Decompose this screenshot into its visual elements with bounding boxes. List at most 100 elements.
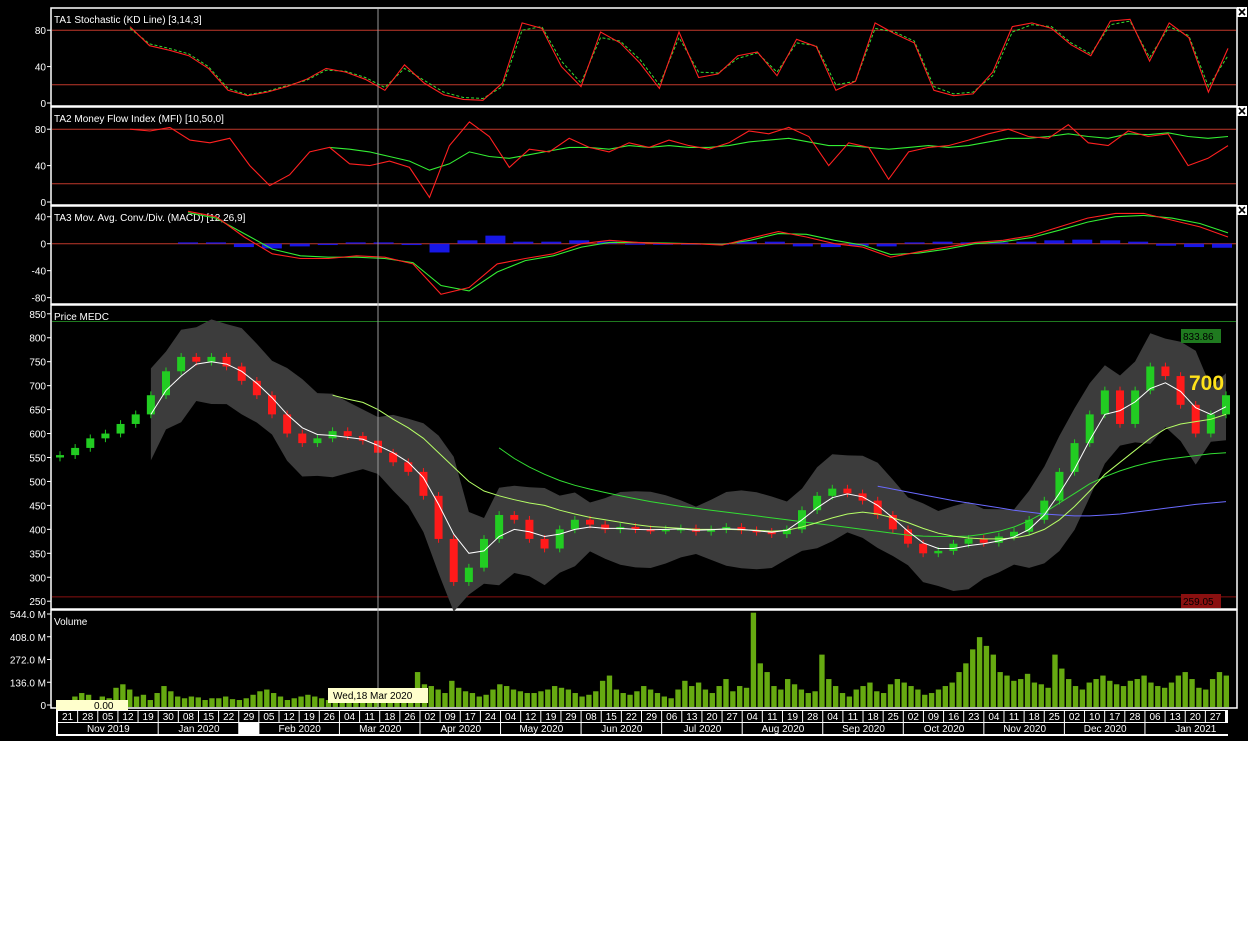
volume-bar — [812, 691, 818, 707]
volume-bar — [935, 689, 942, 707]
volume-bar — [901, 682, 907, 707]
day-tick-label: 20 — [706, 712, 718, 723]
volume-cursor-box — [56, 700, 128, 710]
macd-histogram-bar — [541, 241, 562, 244]
volume-bar — [963, 663, 969, 707]
macd-histogram-bar — [429, 243, 450, 253]
close-icon[interactable] — [1237, 7, 1247, 17]
volume-bar — [860, 686, 866, 707]
volume-bar — [1113, 684, 1120, 707]
y-tick-label: 0 — [40, 701, 46, 712]
macd-histogram-bar — [764, 241, 785, 244]
panel-border — [50, 106, 1238, 206]
volume-bar — [195, 697, 201, 707]
day-tick-label: 04 — [747, 712, 759, 723]
volume-bar — [538, 691, 544, 707]
macd-histogram-bar — [1128, 241, 1149, 244]
volume-bar — [1134, 679, 1140, 707]
day-tick-label: 25 — [1049, 712, 1061, 723]
day-tick-label: 12 — [122, 712, 134, 723]
day-tick-label: 04 — [988, 712, 1000, 723]
day-tick-label: 22 — [223, 712, 235, 723]
y-tick-label: 700 — [29, 382, 46, 393]
volume-bar — [284, 700, 291, 707]
candle-body — [949, 543, 958, 551]
candle-body — [1222, 395, 1230, 415]
volume-bar — [558, 687, 565, 707]
volume-bar — [1011, 680, 1017, 707]
volume-bar — [805, 693, 811, 707]
volume-bar — [572, 693, 578, 707]
volume-bar — [497, 684, 503, 707]
volume-bar — [709, 693, 715, 707]
candle-body — [1206, 414, 1215, 434]
day-tick-label: 16 — [948, 712, 960, 723]
volume-bar — [750, 612, 757, 707]
y-tick-label: 0 — [40, 240, 46, 251]
volume-bar — [1093, 679, 1099, 707]
volume-bar — [791, 684, 798, 707]
close-icon[interactable] — [1237, 205, 1247, 215]
volume-bar — [579, 696, 585, 707]
day-tick-label: 11 — [1009, 712, 1020, 723]
volume-bar — [175, 696, 181, 707]
day-tick-label: 05 — [102, 712, 114, 723]
y-tick-label: 40 — [35, 162, 47, 173]
volume-bar — [839, 693, 846, 707]
macd-histogram-bar — [1072, 239, 1093, 244]
day-tick-label: 04 — [505, 712, 517, 723]
volume-bar — [1004, 675, 1010, 707]
day-tick-label: 04 — [827, 712, 839, 723]
volume-bar — [647, 689, 654, 707]
volume-bar — [641, 686, 647, 707]
y-tick-label: 40 — [35, 213, 47, 224]
stochastic-title: TA1 Stochastic (KD Line) [3,14,3] — [54, 15, 202, 26]
y-tick-label: 400 — [29, 525, 46, 536]
volume-bar — [970, 649, 976, 707]
volume-bar — [874, 691, 880, 707]
volume-bar — [442, 693, 448, 707]
day-tick-label: 30 — [163, 712, 175, 723]
macd-histogram-bar — [485, 235, 506, 244]
volume-bar — [277, 696, 284, 707]
day-tick-label: 24 — [485, 712, 497, 723]
volume-bar — [503, 686, 510, 707]
mfi-line — [129, 121, 1229, 199]
macd-histogram-bar — [317, 243, 338, 246]
day-tick-label: 11 — [848, 712, 859, 723]
candle-body — [586, 519, 594, 525]
candle-body — [979, 538, 988, 543]
volume-bar — [764, 672, 770, 707]
day-tick-label: 18 — [1029, 712, 1041, 723]
volume-bar — [551, 686, 558, 707]
day-tick-label: 19 — [545, 712, 557, 723]
candle-body — [555, 529, 564, 549]
volume-bar — [202, 700, 208, 707]
day-tick-label: 06 — [666, 712, 678, 723]
volume-bar — [216, 698, 222, 707]
day-tick-label: 28 — [1129, 712, 1141, 723]
volume-bar — [476, 696, 482, 707]
volume-bar — [469, 693, 476, 707]
close-icon[interactable] — [1237, 106, 1247, 116]
volume-bar — [1155, 686, 1161, 707]
candle-body — [843, 488, 852, 494]
y-tick-label: -80 — [32, 294, 47, 305]
volume-bar — [1038, 684, 1044, 707]
volume-bar — [778, 689, 784, 707]
volume-bar — [942, 686, 948, 707]
candle-body — [1116, 390, 1124, 424]
day-tick-label: 21 — [62, 712, 74, 723]
candle-body — [298, 433, 307, 444]
chart-canvas[interactable]: TA1 Stochastic (KD Line) [3,14,3] TA2 Mo… — [0, 0, 1248, 741]
volume-title: Volume — [54, 617, 88, 628]
macd-signal-line — [187, 212, 1229, 292]
volume-bar — [880, 693, 887, 707]
volume-bar — [1031, 682, 1038, 707]
volume-bar — [1203, 689, 1209, 707]
candle-body — [434, 495, 443, 539]
macd-histogram-bar — [1016, 241, 1037, 244]
volume-bar — [1189, 679, 1195, 707]
candle-body — [207, 356, 216, 362]
day-tick-label: 10 — [1089, 712, 1101, 723]
